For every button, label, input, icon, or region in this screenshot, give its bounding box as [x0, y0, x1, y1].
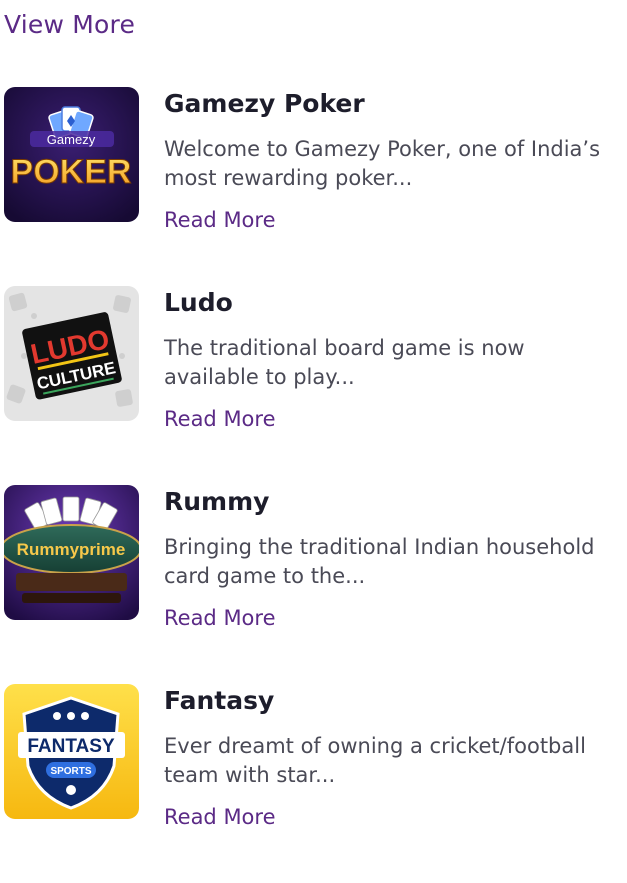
rummy-thumbnail[interactable]: Rummyprime — [4, 485, 139, 620]
game-card-poker: Gamezy POKER Gamezy Poker Welcome to Gam… — [4, 87, 622, 286]
read-more-link[interactable]: Read More — [164, 405, 276, 433]
rummy-logo-image: Rummyprime — [4, 485, 139, 620]
game-card-fantasy: FANTASY SPORTS Fantasy Ever dreamt of ow… — [4, 684, 622, 883]
fantasy-thumbnail[interactable]: FANTASY SPORTS — [4, 684, 139, 819]
game-description: Ever dreamt of owning a cricket/football… — [164, 734, 586, 787]
game-description: The traditional board game is now availa… — [164, 336, 525, 389]
fantasy-logo-image: FANTASY SPORTS — [4, 684, 139, 819]
poker-logo-word-2: POKER — [11, 153, 132, 191]
game-title: Gamezy Poker — [164, 89, 365, 118]
game-description: Bringing the traditional Indian househol… — [164, 535, 595, 588]
game-card-ludo: LUDO CULTURE Ludo The traditional board … — [4, 286, 622, 485]
read-more-link[interactable]: Read More — [164, 206, 276, 234]
ludo-thumbnail[interactable]: LUDO CULTURE — [4, 286, 139, 421]
game-title: Fantasy — [164, 686, 275, 715]
ludo-logo-image: LUDO CULTURE — [4, 286, 139, 421]
game-title: Ludo — [164, 288, 233, 317]
ludo-info: Ludo The traditional board game is now a… — [164, 286, 622, 433]
poker-logo-word-1: Gamezy — [47, 132, 96, 147]
fantasy-logo-word-2: SPORTS — [50, 766, 91, 777]
game-description: Welcome to Gamezy Poker, one of India’s … — [164, 137, 601, 190]
game-list: Gamezy POKER Gamezy Poker Welcome to Gam… — [4, 87, 622, 883]
rummy-info: Rummy Bringing the traditional Indian ho… — [164, 485, 622, 632]
poker-info: Gamezy Poker Welcome to Gamezy Poker, on… — [164, 87, 622, 234]
game-card-rummy: Rummyprime Rummy Bringing the traditiona… — [4, 485, 622, 684]
game-title: Rummy — [164, 487, 270, 516]
poker-logo-image: Gamezy POKER — [4, 87, 139, 222]
rummy-logo-word: Rummyprime — [17, 540, 126, 559]
poker-thumbnail[interactable]: Gamezy POKER — [4, 87, 139, 222]
fantasy-info: Fantasy Ever dreamt of owning a cricket/… — [164, 684, 622, 831]
read-more-link[interactable]: Read More — [164, 604, 276, 632]
fantasy-logo-word-1: FANTASY — [27, 736, 115, 757]
read-more-link[interactable]: Read More — [164, 803, 276, 831]
view-more-link[interactable]: View More — [4, 10, 135, 39]
